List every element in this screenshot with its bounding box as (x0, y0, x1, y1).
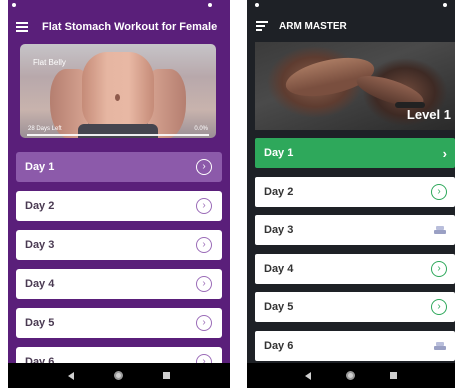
day-label: Day 4 (264, 262, 294, 275)
day-row-4[interactable]: Day 4 › (255, 253, 455, 284)
recent-apps-icon[interactable] (163, 372, 170, 379)
day-list: Day 1 › Day 2 › Day 3 › Day 4 › Day 5 › Day 6 › (16, 152, 222, 386)
day-label: Day 2 (25, 200, 55, 212)
day-row-2[interactable]: Day 2 › (16, 191, 222, 221)
day-row-6[interactable]: Day 6 (255, 330, 455, 361)
days-left-text: 28 Days Left (28, 126, 62, 132)
recent-apps-icon[interactable] (390, 372, 398, 379)
android-nav-bar (247, 363, 455, 388)
day-row-1[interactable]: Day 1 › (255, 138, 455, 168)
chevron-right-circle-icon[interactable]: › (196, 198, 212, 214)
day-label: Day 1 (25, 161, 55, 173)
app-bar: Flat Stomach Workout for Female (8, 9, 230, 45)
program-card[interactable]: Flat Belly 28 Days Left 0.0% (20, 44, 216, 138)
level-card[interactable]: Level 1 (255, 42, 455, 130)
sort-icon[interactable] (256, 21, 268, 31)
home-icon[interactable] (114, 371, 123, 380)
progress-bar (27, 134, 209, 136)
day-label: Day 3 (25, 239, 55, 251)
day-label: Day 5 (25, 317, 55, 329)
day-row-5[interactable]: Day 5 › (255, 292, 455, 323)
level-label: Level 1 (406, 107, 451, 122)
status-dot (255, 3, 259, 7)
day-label: Day 5 (264, 301, 294, 314)
day-row-3[interactable]: Day 3 (255, 215, 455, 246)
home-icon[interactable] (345, 371, 355, 380)
chevron-right-circle-icon[interactable]: › (196, 276, 212, 292)
back-icon[interactable] (68, 371, 74, 380)
app-title: ARM MASTER (279, 20, 347, 32)
chevron-right-circle-icon[interactable]: › (431, 260, 447, 277)
progress-percent: 0.0% (194, 126, 208, 132)
program-name: Flat Belly (33, 58, 66, 67)
chevron-right-circle-icon[interactable]: › (196, 315, 212, 331)
status-dot (443, 3, 447, 7)
app-title: Flat Stomach Workout for Female (42, 21, 218, 33)
hamburger-icon[interactable] (16, 22, 28, 32)
day-label: Day 1 (264, 147, 294, 159)
day-label: Day 3 (264, 224, 294, 237)
status-dot (12, 3, 16, 7)
day-label: Day 4 (25, 278, 55, 290)
sofa-icon[interactable] (433, 341, 447, 350)
day-list: Day 1 › Day 2 › Day 3 Day 4 › Day 5 › Day 6 (255, 138, 455, 370)
day-row-3[interactable]: Day 3 › (16, 230, 222, 260)
sofa-icon[interactable] (433, 226, 447, 235)
back-icon[interactable] (304, 371, 311, 380)
arm-master-app-screen: ARM MASTER Level 1 Day 1 › Day 2 › Day 3 Day … (247, 0, 455, 388)
app-bar: ARM MASTER (247, 9, 455, 43)
day-row-2[interactable]: Day 2 › (255, 176, 455, 207)
day-row-5[interactable]: Day 5 › (16, 308, 222, 338)
hero-image-part (82, 52, 154, 130)
hero-image-part (115, 94, 120, 101)
android-nav-bar (8, 363, 230, 388)
day-row-1[interactable]: Day 1 › (16, 152, 222, 182)
chevron-right-circle-icon[interactable]: › (431, 183, 447, 200)
day-label: Day 6 (264, 339, 294, 352)
day-label: Day 2 (264, 185, 294, 198)
flat-stomach-app-screen: Flat Stomach Workout for Female Flat Bel… (8, 0, 230, 388)
status-dot (208, 3, 212, 7)
chevron-right-circle-icon[interactable]: › (196, 159, 212, 175)
chevron-right-circle-icon[interactable]: › (196, 237, 212, 253)
chevron-right-circle-icon[interactable]: › (431, 299, 447, 316)
chevron-right-icon[interactable]: › (443, 146, 447, 161)
day-row-4[interactable]: Day 4 › (16, 269, 222, 299)
